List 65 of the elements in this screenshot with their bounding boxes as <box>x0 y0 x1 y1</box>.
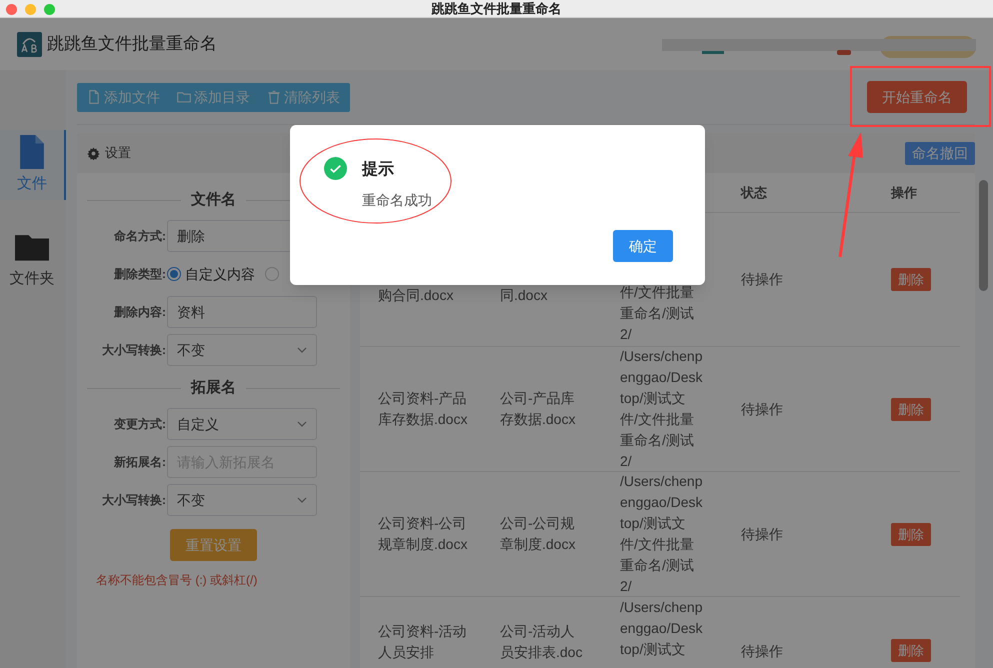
dialog-message: 重命名成功 <box>362 191 432 210</box>
field-label: 命名方式: <box>113 228 166 245</box>
delete-button[interactable]: 删除 <box>891 639 931 662</box>
table-cell-text: /Users/chenpenggao/Desktop/测试文 <box>620 598 703 659</box>
radio-option[interactable]: 自定义内容 <box>167 264 255 284</box>
table-cell-text: 件/文件批量重命名/测试2/ <box>620 283 695 344</box>
table-cell-text: 公司资料-活动人员安排 <box>378 622 468 662</box>
scrollbar[interactable] <box>979 180 988 291</box>
table-cell-text: 待操作 <box>741 270 783 289</box>
chevron-down-icon <box>297 421 307 427</box>
chevron-down-icon <box>297 347 307 353</box>
zoom-button[interactable] <box>44 4 55 15</box>
sidebar-tab[interactable]: 文件夹 <box>0 225 66 295</box>
chevron-down-icon <box>297 497 307 503</box>
dropdown[interactable]: 不变 <box>167 334 317 366</box>
toolbar-button[interactable]: 清除列表 <box>267 86 340 108</box>
reset-button[interactable]: 重置设置 <box>170 529 257 561</box>
input-field[interactable]: 资料 <box>167 296 317 328</box>
sidebar-tab[interactable]: 文件 <box>0 130 66 200</box>
column-header: 状态 <box>739 184 768 202</box>
field-label: 大小写转换: <box>101 342 166 359</box>
gear-icon <box>87 146 100 160</box>
table-cell-text: 公司-活动人员安排表.doc <box>500 622 584 662</box>
window-title: 跳跳鱼文件批量重命名 <box>432 0 562 18</box>
file-icon <box>87 90 101 104</box>
section-title: 文件名 <box>191 190 236 210</box>
column-header: 操作 <box>890 184 918 202</box>
minimize-button[interactable] <box>25 4 36 15</box>
table-cell-text: 公司资料-公司规章制度.docx <box>378 514 468 554</box>
close-button[interactable] <box>6 4 17 15</box>
table-cell-text: 同.docx <box>500 286 548 305</box>
table-cell-text: /Users/chenpenggao/Desktop/测试文件/文件批量重命名/测试2/ <box>620 472 703 596</box>
table-cell-text: 待操作 <box>741 524 783 544</box>
panel-title: 设置 <box>105 144 131 162</box>
warning-note: 名称不能包含冒号 (:) 或斜杠(/) <box>95 572 258 589</box>
table-cell-text: 购合同.docx <box>378 286 454 305</box>
ok-button[interactable]: 确定 <box>613 230 673 262</box>
folder-icon <box>177 90 191 104</box>
table-cell-text: 待操作 <box>741 642 783 661</box>
section-title: 拓展名 <box>191 378 236 398</box>
success-icon <box>324 157 347 180</box>
toolbar-button[interactable]: 添加目录 <box>177 86 250 108</box>
field-label: 删除内容: <box>112 304 166 321</box>
dialog-title: 提示 <box>362 160 394 180</box>
delete-button[interactable]: 删除 <box>891 268 931 291</box>
field-label: 删除类型: <box>112 266 166 283</box>
table-cell-text: 待操作 <box>741 400 783 418</box>
dropdown[interactable]: 自定义 <box>167 408 317 440</box>
table-cell-text: 公司资料-产品库存数据.docx <box>378 389 468 429</box>
undo-rename-button[interactable]: 命名撤回 <box>905 142 975 164</box>
radio-option[interactable] <box>265 267 279 281</box>
trash-icon <box>267 90 281 104</box>
delete-button[interactable]: 删除 <box>891 398 931 420</box>
start-rename-button[interactable]: 开始重命名 <box>867 81 967 113</box>
toolbar-button[interactable]: 添加文件 <box>87 86 160 108</box>
table-cell-text: 公司-公司规章制度.docx <box>500 514 576 554</box>
app-title: 跳跳鱼文件批量重命名 <box>47 33 217 56</box>
table-cell-text: 公司-产品库存数据.docx <box>500 389 576 429</box>
table-cell-text: /Users/chenpenggao/Desktop/测试文件/文件批量重命名/测试2/ <box>620 347 703 471</box>
dropdown[interactable]: 不变 <box>167 484 317 516</box>
field-label: 新拓展名: <box>113 454 166 471</box>
delete-button[interactable]: 删除 <box>891 522 931 546</box>
field-label: 变更方式: <box>112 416 166 433</box>
field-label: 大小写转换: <box>101 492 166 509</box>
logo-icon <box>17 32 42 56</box>
